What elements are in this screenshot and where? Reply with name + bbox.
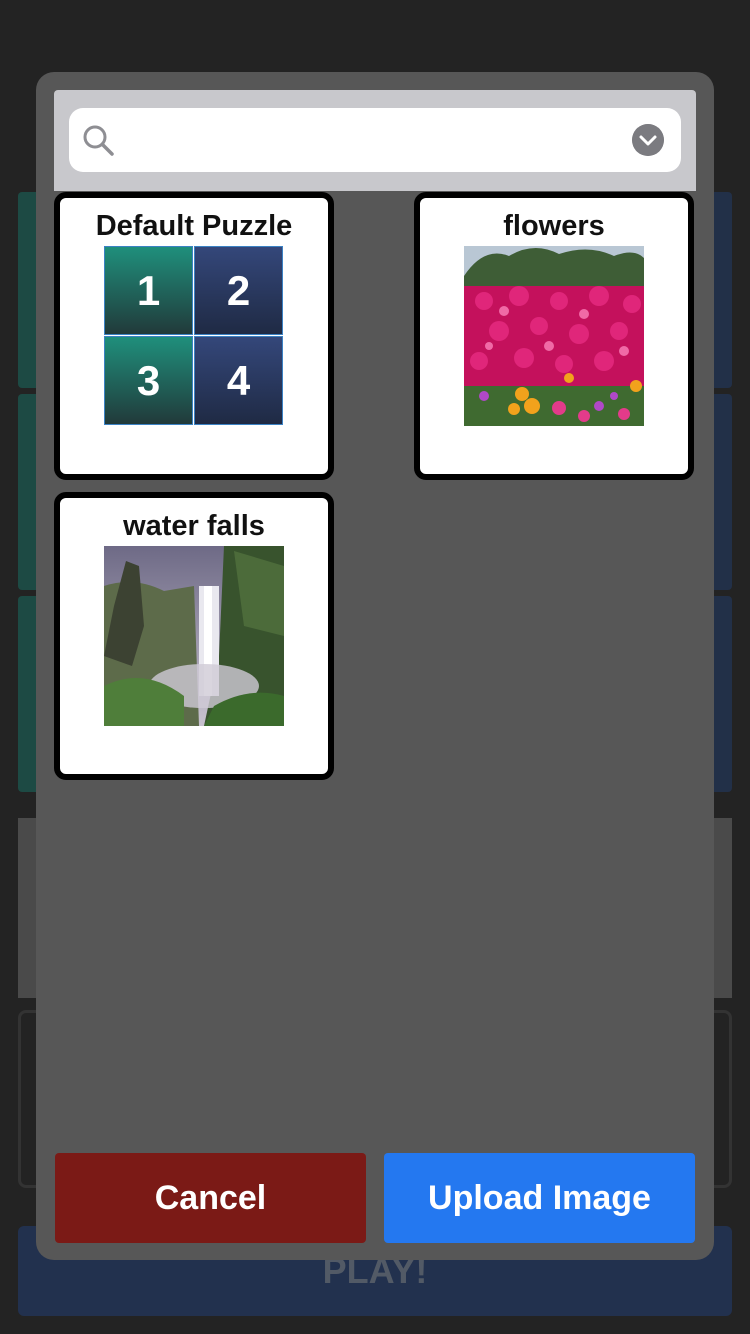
search-field[interactable]: [69, 108, 681, 172]
puzzle-card-title: flowers: [503, 210, 605, 242]
puzzle-tile: 2: [194, 246, 283, 335]
puzzle-card-title: Default Puzzle: [95, 210, 293, 242]
search-input[interactable]: [125, 120, 629, 162]
default-puzzle-thumbnail: 1 2 3 4: [104, 246, 284, 426]
puzzle-card-flowers[interactable]: flowers: [414, 192, 694, 480]
chevron-down-icon[interactable]: [632, 124, 664, 156]
puzzle-tile: 4: [194, 336, 283, 425]
puzzle-tile: 3: [104, 336, 193, 425]
puzzle-card-water-falls[interactable]: water falls: [54, 492, 334, 780]
search-icon: [83, 125, 114, 156]
search-bar: [54, 90, 696, 191]
puzzle-picker-modal: Default Puzzle 1 2 3 4 flowers water fal…: [36, 72, 714, 1260]
upload-image-button[interactable]: Upload Image: [384, 1153, 695, 1243]
flowers-image: [464, 246, 644, 426]
puzzle-card-title: water falls: [123, 510, 265, 542]
puzzle-tile: 1: [104, 246, 193, 335]
waterfall-image: [104, 546, 284, 726]
puzzle-card-default[interactable]: Default Puzzle 1 2 3 4: [54, 192, 334, 480]
cancel-button[interactable]: Cancel: [55, 1153, 366, 1243]
